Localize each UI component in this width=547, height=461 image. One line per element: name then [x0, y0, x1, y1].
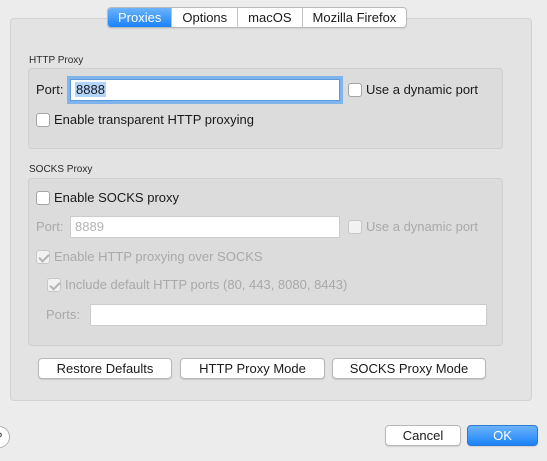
transparent-proxying-checkbox[interactable]	[36, 113, 50, 127]
socks-ports-field[interactable]	[90, 304, 487, 326]
http-port-value: 8888	[75, 82, 106, 97]
transparent-proxying-label: Enable transparent HTTP proxying	[54, 112, 254, 127]
socks-dynamic-port-label: Use a dynamic port	[366, 219, 478, 234]
socks-ports-label: Ports:	[46, 307, 80, 322]
http-over-socks-checkbox[interactable]	[36, 250, 50, 264]
http-dynamic-port-label: Use a dynamic port	[366, 82, 478, 97]
http-port-label: Port:	[36, 82, 64, 97]
socks-dynamic-port-checkbox[interactable]	[348, 220, 362, 234]
ok-button[interactable]: OK	[467, 425, 538, 446]
enable-socks-label: Enable SOCKS proxy	[54, 190, 180, 205]
tab-bar: Proxies Options macOS Mozilla Firefox	[107, 7, 408, 28]
cancel-button[interactable]: Cancel	[385, 425, 461, 446]
tab-macos[interactable]: macOS	[238, 8, 303, 27]
enable-socks-checkbox[interactable]	[36, 191, 50, 205]
socks-proxy-mode-button[interactable]: SOCKS Proxy Mode	[332, 358, 486, 379]
tab-proxies[interactable]: Proxies	[108, 8, 173, 27]
include-default-ports-checkbox[interactable]	[47, 278, 61, 292]
http-dynamic-port-checkbox[interactable]	[348, 83, 362, 97]
http-over-socks-label: Enable HTTP proxying over SOCKS	[54, 249, 263, 264]
tab-mozilla-firefox[interactable]: Mozilla Firefox	[303, 8, 407, 27]
include-default-ports-label: Include default HTTP ports (80, 443, 808…	[65, 277, 348, 292]
http-proxy-section-title: HTTP Proxy	[29, 55, 84, 66]
tab-options[interactable]: Options	[172, 8, 239, 27]
http-port-field[interactable]: 8888	[70, 79, 340, 101]
socks-proxy-section-title: SOCKS Proxy	[29, 164, 93, 175]
socks-port-field[interactable]: 8889	[70, 216, 340, 238]
restore-defaults-button[interactable]: Restore Defaults	[38, 358, 172, 379]
question-mark-icon[interactable]: ?	[0, 426, 10, 448]
socks-port-label: Port:	[36, 219, 64, 234]
http-proxy-mode-button[interactable]: HTTP Proxy Mode	[180, 358, 325, 379]
